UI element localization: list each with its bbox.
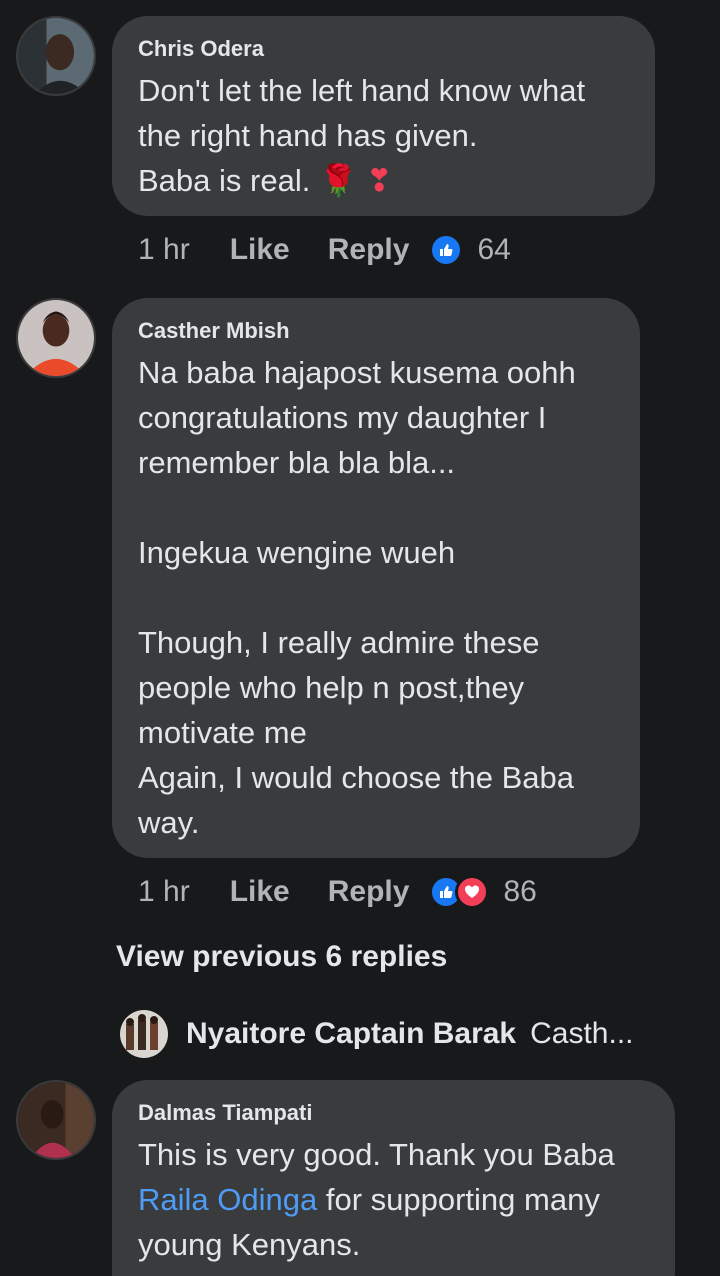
comment-text: This is very good. Thank you Baba Raila … [138, 1132, 649, 1267]
reply-button[interactable]: Reply [328, 875, 410, 909]
comment-text-body: Don't let the left hand know what the ri… [138, 73, 586, 198]
avatar [120, 1010, 168, 1058]
comment-text-start: This is very good. Thank you Baba [138, 1137, 615, 1172]
reaction-count: 64 [477, 233, 511, 266]
avatar[interactable] [16, 1080, 96, 1160]
comment-bubble: Dalmas Tiampati This is very good. Thank… [112, 1080, 675, 1276]
reply-author: Nyaitore Captain Barak [186, 1017, 517, 1050]
comment-text: Na baba hajapost kusema oohh congratulat… [138, 355, 576, 840]
like-icon [429, 233, 464, 267]
comment-time[interactable]: 1 hr [138, 875, 190, 909]
comment-bubble: Casther Mbish Na baba hajapost kusema oo… [112, 298, 640, 858]
heart-exclamation-emoji: ❣ [366, 163, 393, 198]
comment-author[interactable]: Dalmas Tiampati [138, 1098, 649, 1128]
comment-author[interactable]: Chris Odera [138, 34, 629, 64]
reply-button[interactable]: Reply [328, 233, 410, 267]
comment-text: Don't let the left hand know what the ri… [138, 68, 629, 203]
avatar[interactable] [16, 16, 96, 96]
like-button[interactable]: Like [230, 233, 290, 267]
reply-preview[interactable]: Nyaitore Captain Barak Casth... [120, 1008, 634, 1060]
comment-time[interactable]: 1 hr [138, 233, 190, 267]
reaction-count: 86 [503, 875, 537, 908]
comment-bubble: Chris Odera Don't let the left hand know… [112, 16, 655, 216]
mention-link[interactable]: Raila Odinga [138, 1182, 317, 1217]
love-icon [455, 875, 490, 909]
reactions[interactable] [429, 233, 464, 267]
reactions[interactable] [429, 875, 490, 909]
like-button[interactable]: Like [230, 875, 290, 909]
view-previous-replies-button[interactable]: View previous 6 replies [116, 940, 447, 974]
rose-emoji: 🌹 [318, 163, 358, 198]
reply-snippet: Casth... [530, 1017, 634, 1050]
comment-actions: 1 hr Like Reply 86 [138, 870, 537, 914]
comment-author[interactable]: Casther Mbish [138, 316, 614, 346]
comments-thread: Chris Odera Don't let the left hand know… [0, 0, 720, 1276]
avatar[interactable] [16, 298, 96, 378]
comment-actions: 1 hr Like Reply 64 [138, 228, 511, 272]
